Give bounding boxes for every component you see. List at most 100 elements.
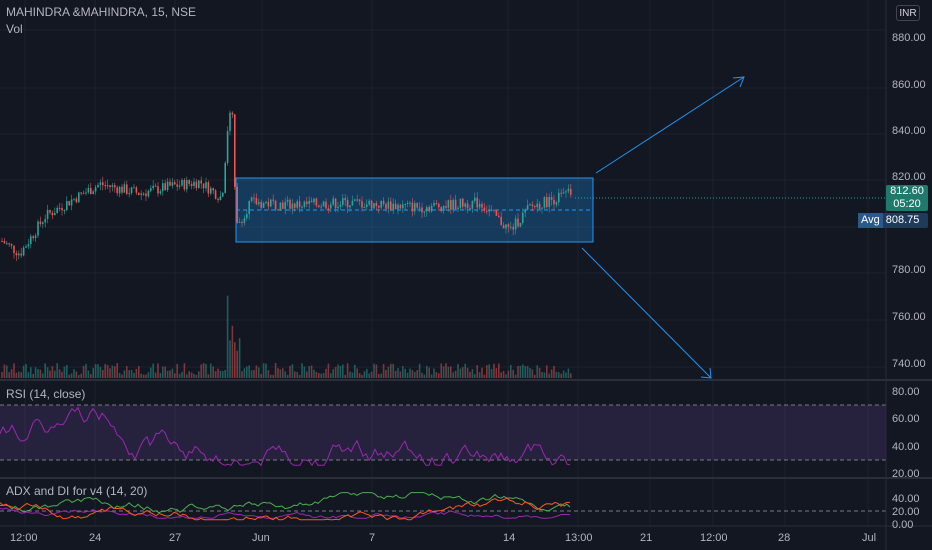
candle: [553, 199, 555, 205]
time-axis[interactable]: 12:00 24 27 Jun 7 14 13:00 21 12:00 28 J…: [10, 532, 876, 544]
candle: [291, 203, 294, 209]
rsi-axis[interactable]: 80.00 60.00 40.00 20.00: [892, 386, 920, 480]
candle: [128, 193, 130, 195]
volume-bar: [22, 365, 25, 378]
price-tick: 860.00: [892, 79, 926, 91]
volume-bar: [37, 369, 39, 378]
volume-bar: [558, 372, 560, 378]
candle: [358, 199, 361, 202]
volume-bar: [306, 371, 308, 378]
volume-bar: [63, 366, 66, 378]
adx-legend[interactable]: ADX and DI for v4 (14, 20): [6, 484, 147, 498]
time-tick: 7: [369, 532, 375, 544]
volume-bar: [58, 369, 61, 378]
time-tick: 13:00: [565, 532, 593, 544]
candle: [246, 213, 248, 219]
candle: [310, 200, 313, 203]
volume-bar: [289, 365, 291, 378]
chart-canvas[interactable]: 880.00 860.00 840.00 820.00 800.00 780.0…: [0, 0, 932, 550]
volume-bar: [212, 366, 214, 378]
candle: [248, 200, 250, 214]
candle: [178, 185, 181, 187]
volume-bar: [195, 374, 198, 378]
volume-bar: [130, 369, 133, 378]
time-tick: 14: [503, 532, 515, 544]
candle: [56, 207, 58, 214]
volume-bar: [541, 372, 543, 378]
volume-bar: [176, 363, 178, 378]
rsi-tick: 20.00: [892, 468, 920, 480]
adx-axis[interactable]: 40.00 20.00 0.00: [892, 493, 920, 531]
candle: [214, 190, 217, 199]
candle: [241, 221, 243, 223]
candle: [344, 198, 346, 201]
volume-bar: [255, 365, 258, 378]
volume-bar: [224, 370, 226, 378]
candle: [210, 188, 212, 194]
candle: [394, 203, 397, 210]
volume-bar: [3, 364, 6, 378]
candle: [82, 193, 85, 195]
symbol-title[interactable]: MAHINDRA &MAHINDRA, 15, NSE: [6, 5, 196, 19]
rsi-legend[interactable]: RSI (14, close): [6, 387, 85, 401]
currency-button[interactable]: INR: [896, 5, 920, 21]
candle: [493, 209, 495, 211]
time-tick: 21: [640, 532, 652, 544]
volume-bar: [469, 371, 471, 378]
candle: [411, 202, 414, 212]
candle: [258, 202, 260, 205]
volume-bar: [450, 366, 452, 378]
candle: [219, 196, 222, 201]
candle: [409, 202, 411, 204]
volume-bar: [20, 372, 22, 378]
candle: [262, 202, 265, 208]
volume-bar: [87, 370, 90, 378]
volume-bar: [51, 366, 54, 378]
volume-bar: [265, 363, 267, 378]
volume-bar: [495, 368, 498, 378]
volume-bar: [260, 373, 262, 378]
volume-bar: [318, 372, 320, 378]
candle: [483, 207, 486, 211]
candle: [514, 218, 517, 230]
volume-bar: [123, 370, 126, 378]
volume-bar: [133, 373, 135, 378]
candle: [538, 203, 541, 209]
volume-bar: [514, 374, 517, 378]
volume-bar: [332, 369, 334, 378]
candle: [327, 208, 330, 210]
projection-up-arrow[interactable]: [595, 76, 745, 174]
volume-bar: [486, 365, 488, 378]
volume-bar: [274, 363, 277, 378]
volume-bar: [258, 367, 260, 378]
candle: [126, 184, 128, 194]
candle: [306, 201, 308, 204]
candle: [380, 200, 382, 208]
volume-bar: [529, 368, 531, 378]
candle: [320, 206, 322, 208]
volume-bar: [394, 370, 397, 378]
candle: [102, 182, 104, 186]
candle: [332, 198, 334, 205]
volume-legend[interactable]: Vol: [6, 22, 23, 36]
candle: [354, 199, 356, 201]
candle: [154, 185, 157, 187]
volume-bar: [322, 373, 325, 378]
candle: [68, 201, 70, 206]
candle: [20, 253, 22, 256]
candle: [445, 206, 447, 208]
candle: [289, 199, 291, 209]
candle: [265, 201, 267, 203]
projection-down-arrow[interactable]: [581, 247, 712, 379]
candle: [46, 209, 49, 219]
candle: [3, 241, 6, 244]
candle: [430, 205, 433, 212]
candle: [147, 190, 150, 197]
candle: [205, 182, 207, 189]
volume-bar: [32, 373, 34, 378]
volume-bar: [270, 374, 272, 378]
candle: [274, 200, 277, 210]
volume-bar: [56, 363, 58, 378]
candle: [118, 186, 121, 194]
volume-bar: [543, 372, 546, 378]
